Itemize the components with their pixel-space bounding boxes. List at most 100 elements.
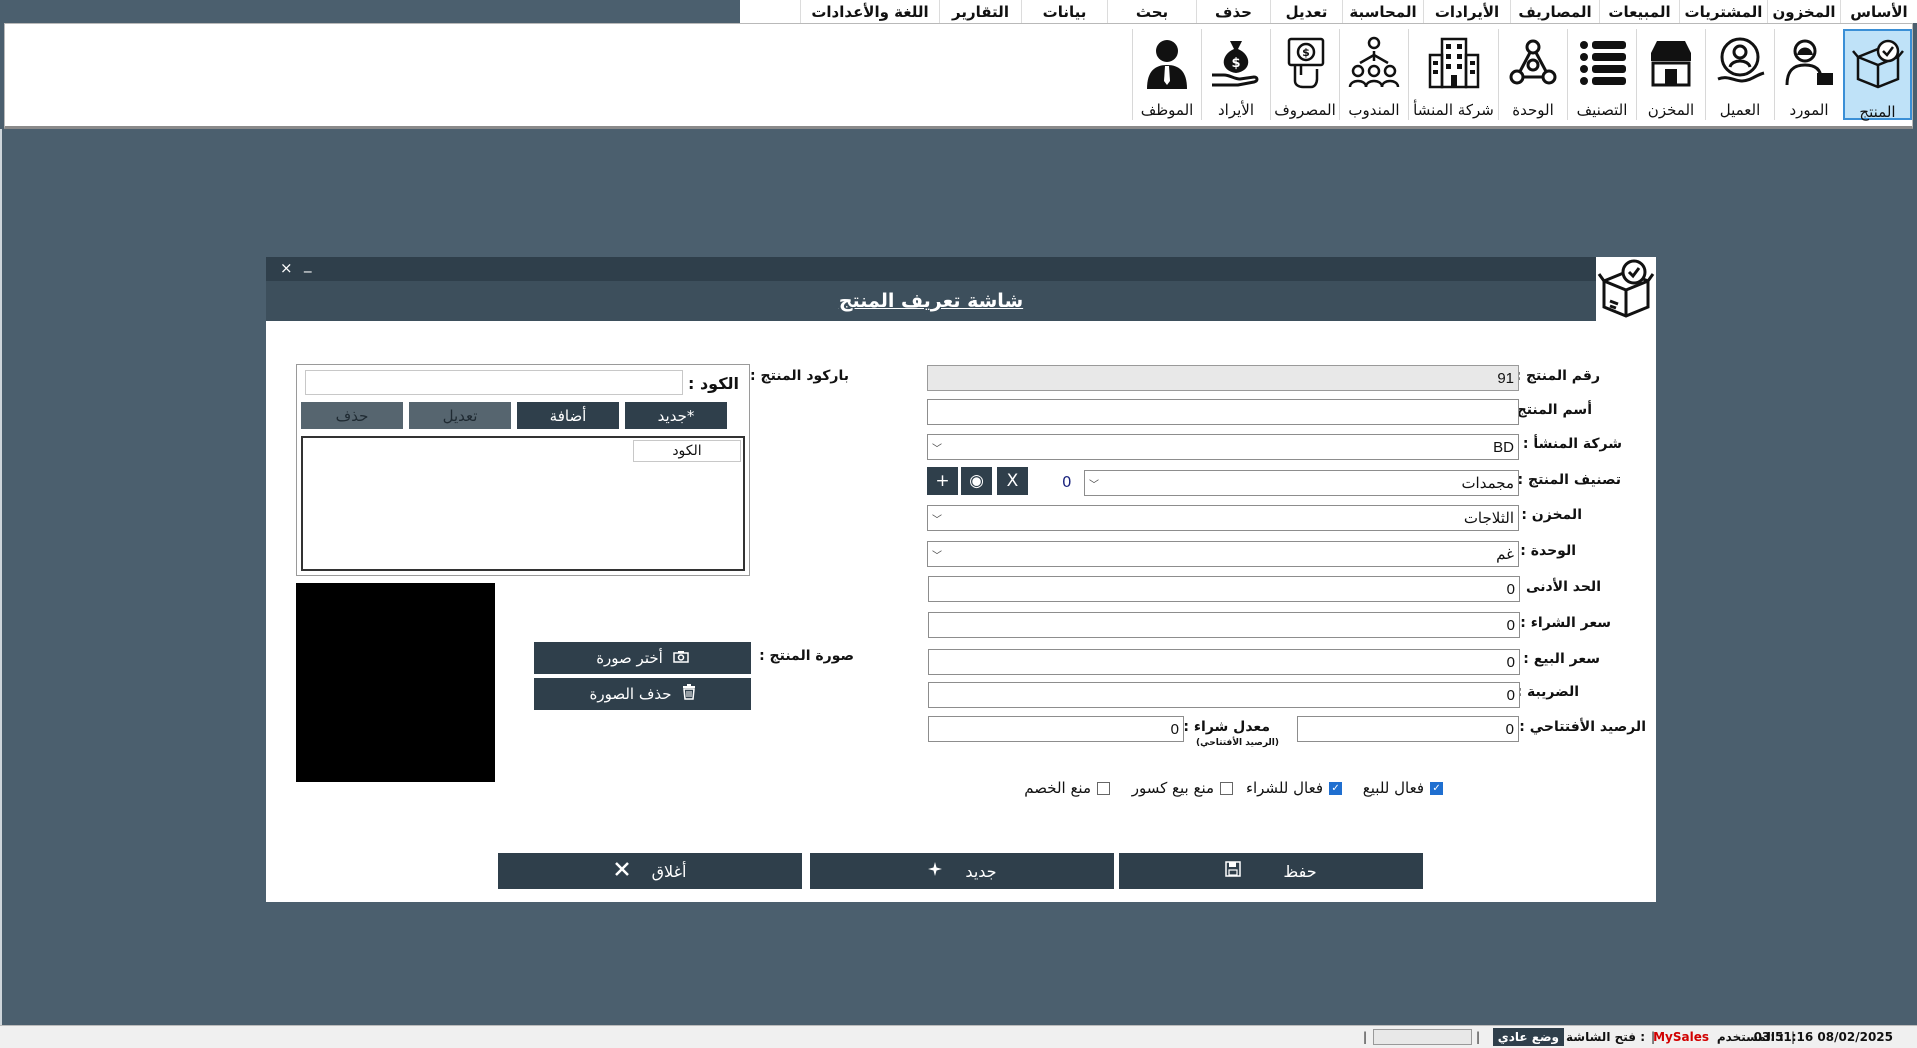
opening-balance-field[interactable]: 0	[1297, 716, 1519, 742]
delete-image-button[interactable]: حذف الصورة	[534, 678, 751, 710]
code-label: الكود :	[687, 374, 739, 393]
menu-basics[interactable]: الأساس	[1840, 0, 1917, 23]
tax-field[interactable]: 0	[928, 682, 1520, 708]
product-definition-dialog: × _ شاشة تعريف المنتج رقم المنتج : أسم ا…	[266, 255, 1656, 902]
product-name-label: أسم المنتج :	[1506, 402, 1592, 418]
ribbon-unit-button[interactable]: الوحدة	[1498, 29, 1567, 120]
new-button[interactable]: جديد	[810, 853, 1114, 889]
barcode-list[interactable]: الكود	[301, 436, 745, 571]
barcode-new-button[interactable]: جديد*	[625, 402, 727, 429]
ribbon-income-button[interactable]: $ الأيراد	[1201, 29, 1270, 120]
buy-price-field[interactable]: 0	[928, 612, 1520, 638]
save-button[interactable]: حفظ	[1119, 853, 1423, 889]
ribbon-label: شركة المنشأ	[1413, 101, 1494, 119]
menu-inventory[interactable]: المخزون	[1767, 0, 1840, 23]
product-image	[296, 583, 495, 782]
category-value: مجمدات	[1461, 475, 1514, 492]
menu-accounting[interactable]: المحاسبة	[1342, 0, 1423, 23]
ribbon-origin-company-button[interactable]: شركة المنشأ	[1408, 29, 1498, 120]
category-remove-button[interactable]: X	[997, 467, 1028, 495]
category-combo[interactable]: ﹀ مجمدات	[1084, 470, 1519, 496]
ribbon-representative-button[interactable]: المندوب	[1339, 29, 1408, 120]
unit-label: الوحدة :	[1520, 543, 1576, 559]
active-sale-label: فعال للبيع	[1362, 779, 1424, 797]
menu-delete[interactable]: حذف	[1196, 0, 1270, 23]
chevron-down-icon: ﹀	[932, 443, 942, 455]
list-icon	[1574, 35, 1630, 95]
status-user-label: المستخدم :	[1716, 1030, 1784, 1044]
category-add-button[interactable]: +	[927, 467, 958, 495]
store-icon	[1643, 35, 1699, 95]
menu-expenses[interactable]: المصاريف	[1510, 0, 1599, 23]
prevent-discount-checkbox[interactable]: منع الخصم	[1024, 779, 1110, 797]
purchase-rate-field[interactable]: 0	[928, 716, 1184, 742]
active-purchase-checkbox[interactable]: ✓ فعال للشراء	[1246, 779, 1342, 797]
choose-image-button[interactable]: أختر صورة	[534, 642, 751, 674]
barcode-column-header[interactable]: الكود	[633, 440, 741, 462]
ribbon-label: الوحدة	[1512, 101, 1554, 119]
product-no-label: رقم المنتج :	[1515, 368, 1600, 384]
barcode-delete-button[interactable]: حذف	[301, 402, 403, 429]
ribbon-product-button[interactable]: المنتج	[1843, 29, 1912, 121]
store-combo[interactable]: ﹀ الثلاجات	[927, 505, 1519, 531]
category-count: 0	[1062, 473, 1072, 491]
expense-hand-icon: $	[1277, 35, 1333, 95]
origin-company-combo[interactable]: ﹀ BD	[927, 434, 1519, 460]
origin-company-label: شركة المنشأ :	[1522, 436, 1622, 452]
min-limit-field[interactable]: 0	[928, 576, 1520, 602]
checkbox-checked-icon: ✓	[1430, 781, 1443, 795]
svg-text:$: $	[1231, 56, 1240, 71]
unit-combo[interactable]: ﹀ غم	[927, 541, 1519, 567]
svg-text:$: $	[1302, 46, 1310, 59]
dialog-close-button[interactable]: ×	[280, 259, 293, 277]
checkbox-checked-icon: ✓	[1329, 781, 1342, 795]
menu-data[interactable]: بيانات	[1021, 0, 1107, 23]
ribbon-category-button[interactable]: التصنيف	[1567, 29, 1636, 120]
status-open-label: فتح الشاشة :	[1566, 1030, 1645, 1044]
sell-price-field[interactable]: 0	[928, 649, 1520, 675]
ribbon-expense-button[interactable]: $ المصروف	[1270, 29, 1339, 120]
barcode-add-button[interactable]: أضافة	[517, 402, 619, 429]
customer-icon	[1712, 35, 1768, 95]
barcode-edit-button[interactable]: تعديل	[409, 402, 511, 429]
ribbon-customer-button[interactable]: العميل	[1705, 29, 1774, 120]
active-purchase-label: فعال للشراء	[1245, 779, 1323, 797]
ribbon-label: الأيراد	[1217, 101, 1255, 119]
ribbon-toolbar: المنتج المورد العميل المخزن التصنيف الوح…	[4, 23, 1913, 129]
product-name-field[interactable]	[927, 399, 1519, 425]
menu-edit[interactable]: تعديل	[1270, 0, 1342, 23]
employee-icon	[1139, 35, 1195, 95]
dialog-title: شاشة تعريف المنتج	[266, 281, 1596, 321]
product-no-field[interactable]: 91	[927, 365, 1519, 391]
ribbon-supplier-button[interactable]: المورد	[1774, 29, 1843, 120]
ribbon-employee-button[interactable]: الموظف	[1132, 29, 1201, 120]
min-limit-label: الحد الأدنى :	[1515, 579, 1601, 595]
barcode-code-input[interactable]	[305, 370, 683, 395]
prevent-discount-label: منع الخصم	[1024, 779, 1091, 797]
ribbon-store-button[interactable]: المخزن	[1636, 29, 1705, 120]
menu-reports[interactable]: التقارير	[939, 0, 1021, 23]
menu-bar: الأساس المخزون المشتريات المبيعات المصار…	[740, 0, 1917, 23]
dialog-titlebar: × _	[266, 255, 1596, 281]
menu-language-settings[interactable]: اللغة والأعدادات	[800, 0, 939, 23]
opening-balance-label: الرصيد الأفتتاحي :	[1519, 719, 1646, 735]
menu-purchases[interactable]: المشتريات	[1679, 0, 1767, 23]
status-separator: |	[1362, 1030, 1367, 1044]
dialog-product-icon	[1596, 257, 1656, 319]
category-view-button[interactable]: ◉	[961, 467, 992, 495]
ribbon-label: المندوب	[1348, 101, 1400, 119]
buy-price-label: سعر الشراء :	[1520, 615, 1611, 631]
menu-search[interactable]: بحث	[1107, 0, 1196, 23]
unit-value: غم	[1496, 546, 1514, 563]
chevron-down-icon: ﹀	[1089, 479, 1099, 491]
menu-revenues[interactable]: الأيرادات	[1423, 0, 1510, 23]
sell-price-label: سعر البيع :	[1523, 651, 1600, 667]
dialog-minimize-button[interactable]: _	[304, 255, 312, 273]
active-sale-checkbox[interactable]: ✓ فعال للبيع	[1363, 779, 1443, 797]
prevent-fraction-sale-checkbox[interactable]: منع بيع كسور	[1132, 779, 1233, 797]
menu-sales[interactable]: المبيعات	[1599, 0, 1679, 23]
close-button[interactable]: أغلاق	[498, 853, 802, 889]
status-bar: 03:51:16 08/02/2025 | المستخدم : MySales…	[0, 1025, 1917, 1048]
close-icon	[614, 861, 630, 881]
tax-label: الضريبة :	[1516, 684, 1580, 700]
